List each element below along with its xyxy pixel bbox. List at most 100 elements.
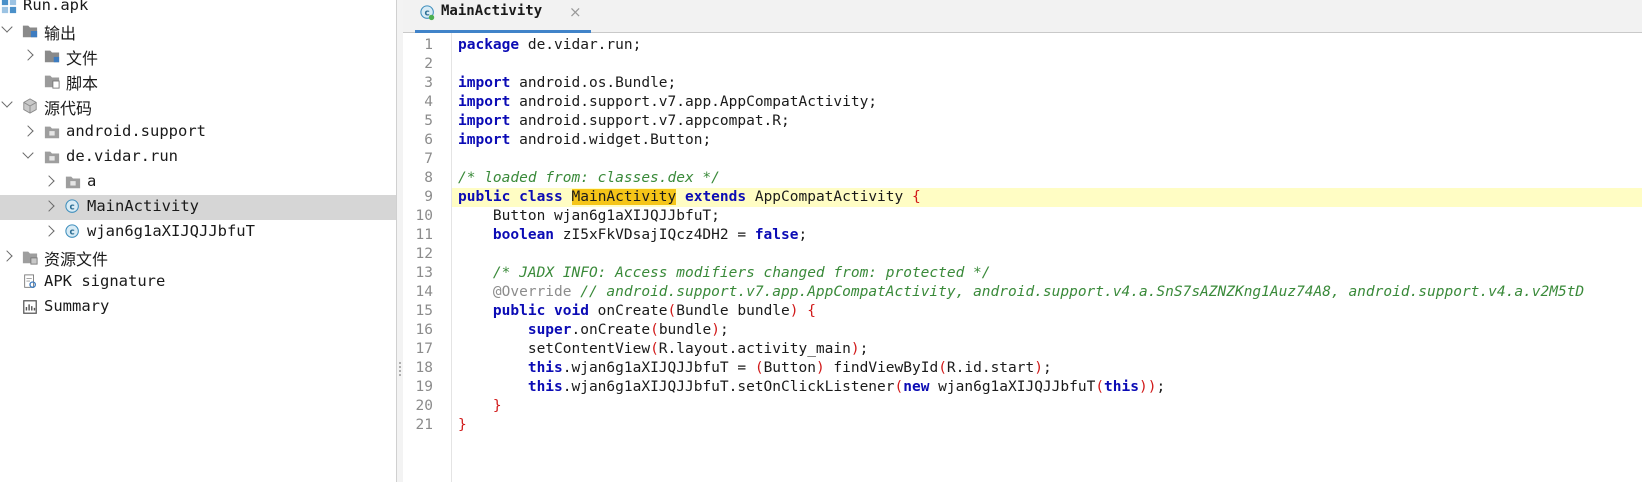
chevron-down-icon[interactable] — [22, 146, 34, 159]
code-line: setContentView(R.layout.activity_main); — [452, 340, 1642, 359]
code-token: ; — [1042, 360, 1052, 376]
resources-folder-icon — [22, 251, 38, 265]
code-token: this — [1104, 379, 1139, 395]
code-token: .wjan6g1aXIJQJJbfuT.setOnClickListener — [562, 379, 895, 395]
tree-item[interactable]: Summary — [0, 295, 396, 320]
class-icon: c — [420, 5, 435, 21]
tree-item[interactable]: a — [0, 170, 396, 195]
class-icon: c — [65, 224, 79, 238]
code-token: ) — [1034, 360, 1043, 376]
code-editor[interactable]: package de.vidar.run; import android.os.B… — [452, 33, 1642, 482]
tree-item[interactable]: 资源文件 — [0, 245, 396, 270]
code-line: } — [452, 397, 1642, 416]
package-icon — [23, 98, 37, 115]
folder-icon — [44, 50, 60, 63]
package-folder-icon — [44, 151, 60, 163]
line-number: 21 — [415, 417, 433, 433]
chevron-right-icon[interactable] — [22, 49, 34, 61]
code-token: de.vidar.run; — [519, 37, 642, 53]
chevron-right-icon[interactable] — [43, 200, 55, 212]
package-folder-icon — [65, 176, 81, 188]
code-line: import android.os.Bundle; — [452, 74, 1642, 93]
class-icon: c — [65, 199, 79, 213]
chevron-down-icon[interactable] — [1, 21, 13, 33]
svg-text:c: c — [69, 228, 74, 238]
code-token: super — [527, 322, 572, 338]
tree-item-label: 资源文件 — [44, 250, 109, 269]
tree-item-label: wjan6g1aXIJQJJbfuT — [87, 221, 255, 240]
chevron-right-icon[interactable] — [22, 124, 34, 137]
tree-item[interactable]: 输出 — [0, 19, 396, 44]
tree-item[interactable]: android.support — [0, 120, 396, 145]
code-token: { — [911, 189, 921, 205]
code-token: public void — [492, 303, 589, 319]
code-token: Button — [763, 360, 816, 376]
code-token: new — [903, 379, 930, 395]
line-number: 19 — [415, 379, 433, 395]
output-folder-icon — [22, 25, 38, 38]
line-number-gutter: 1 2 3 4 5 6 7 8 9 10 11 12 13 14 15 16 17 18 19 20 21 — [403, 33, 452, 482]
line-number: 4 — [424, 94, 433, 110]
code-token: bundle — [658, 322, 712, 338]
tree-item-label: Summary — [44, 297, 110, 316]
code-token: .onCreate — [571, 322, 651, 338]
code-token: )) — [1138, 379, 1157, 395]
code-token: .wjan6g1aXIJQJJbfuT = — [562, 360, 755, 376]
signature-icon — [24, 274, 36, 289]
project-tree[interactable]: Run.apk 输出文件 脚本 源代码 android.support de.vidar.… — [0, 0, 396, 482]
tree-item[interactable]: 文件 — [0, 44, 396, 69]
tree-item[interactable]: Run.apk — [0, 0, 396, 19]
code-token: ( — [650, 341, 659, 357]
code-token: ( — [754, 360, 764, 376]
code-token: ; — [1156, 379, 1166, 395]
code-line: public class MainActivity extends AppCom… — [452, 188, 1642, 207]
code-token: public class — [458, 189, 572, 205]
tree-item-label: 文件 — [66, 49, 99, 69]
code-token: android.os.Bundle; — [510, 75, 677, 91]
svg-text:c: c — [69, 202, 74, 212]
tab-mainactivity[interactable]: c MainActivity × — [415, 0, 591, 33]
chevron-right-icon[interactable] — [1, 250, 13, 262]
tree-item[interactable]: c wjan6g1aXIJQJJbfuT — [0, 220, 396, 245]
panel-splitter[interactable] — [396, 0, 403, 482]
chevron-right-icon[interactable] — [43, 175, 55, 187]
line-number: 17 — [415, 341, 433, 357]
tree-item[interactable]: APK signature — [0, 270, 396, 295]
chevron-down-icon[interactable] — [1, 96, 13, 109]
line-number: 18 — [415, 360, 433, 376]
code-token: R.id.start — [946, 360, 1035, 376]
code-token: ) — [711, 322, 720, 338]
code-token: this — [527, 360, 563, 376]
line-number: 16 — [415, 322, 433, 338]
tree-item-label: a — [87, 171, 97, 190]
code-token: import — [458, 132, 511, 148]
code-token: import — [458, 94, 511, 110]
close-icon[interactable]: × — [569, 3, 582, 21]
line-number: 12 — [415, 246, 433, 262]
code-token: ( — [938, 360, 947, 376]
tree-item[interactable]: 源代码 — [0, 94, 396, 119]
tree-item[interactable]: de.vidar.run — [0, 145, 396, 170]
chevron-right-icon[interactable] — [43, 225, 55, 237]
code-token: extends — [676, 189, 755, 205]
code-line: } — [452, 416, 1642, 435]
code-token: } — [458, 417, 467, 433]
code-token: android.support.v7.appcompat.R; — [510, 113, 790, 129]
tree-item[interactable]: 脚本 — [0, 69, 396, 94]
tree-item[interactable]: c MainActivity — [0, 194, 396, 220]
code-token: android.widget.Button; — [510, 132, 712, 148]
code-token: boolean — [492, 227, 555, 243]
tree-item-label: android.support — [66, 121, 206, 140]
line-number: 15 — [415, 303, 433, 319]
package-folder-icon — [44, 126, 60, 138]
code-token: android.support.v7.app.AppCompatActivity… — [510, 94, 878, 110]
code-line: import android.support.v7.appcompat.R; — [452, 112, 1642, 131]
code-line: import android.widget.Button; — [452, 131, 1642, 150]
line-number: 7 — [424, 151, 433, 167]
